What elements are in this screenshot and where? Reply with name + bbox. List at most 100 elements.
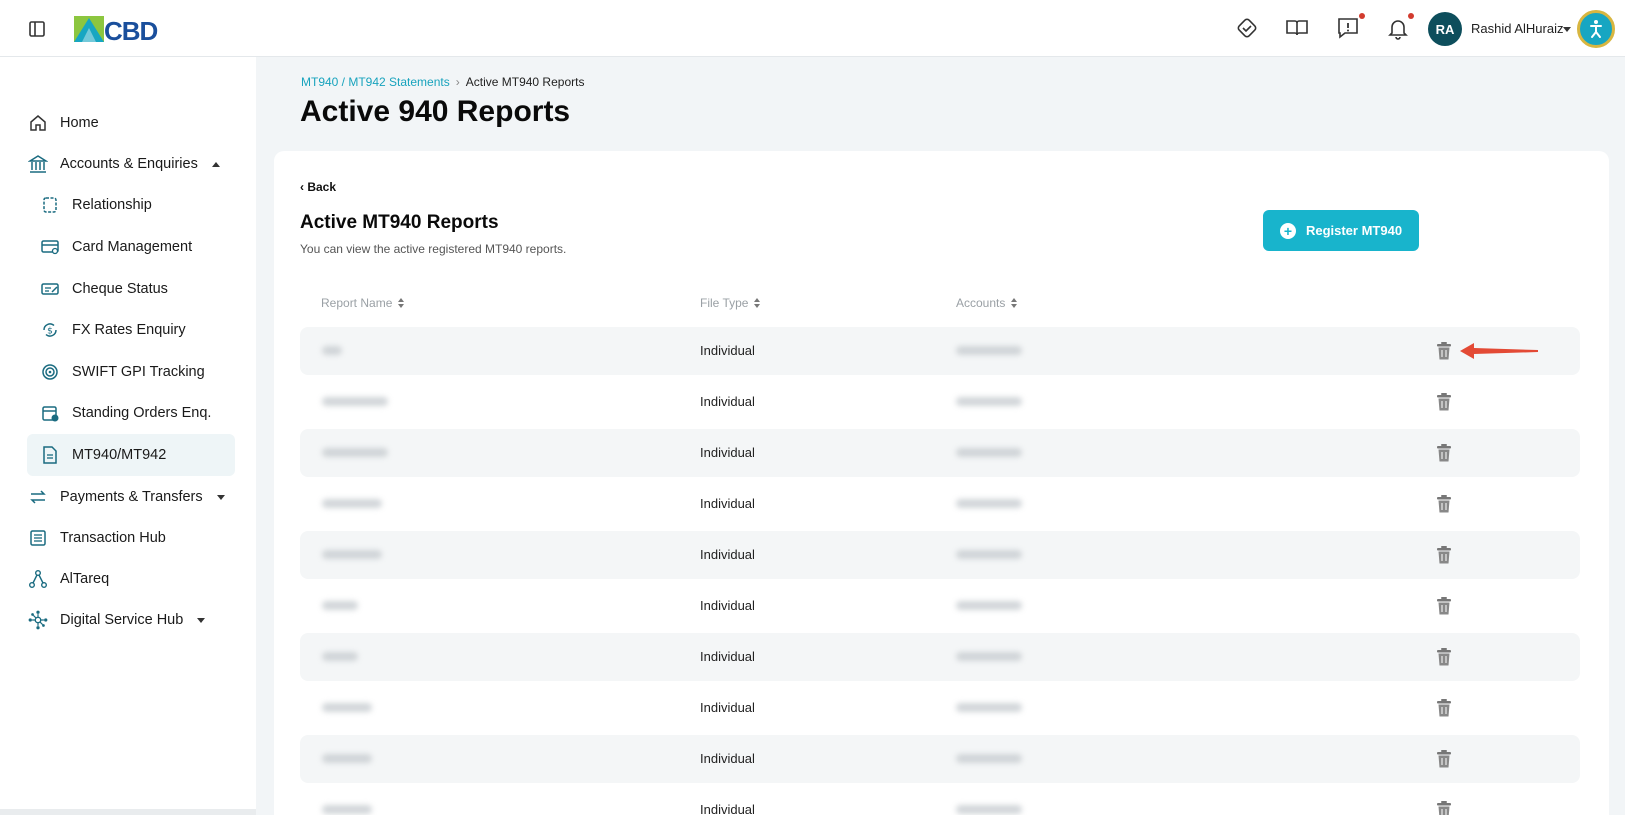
hub-icon [28, 610, 48, 630]
accounts-redacted [956, 805, 1022, 814]
book-icon[interactable] [1284, 15, 1312, 43]
handshake-icon[interactable] [1234, 15, 1262, 43]
table-row[interactable]: Individual [300, 327, 1580, 375]
report-name-redacted [322, 805, 372, 814]
breadcrumb-separator: › [455, 75, 460, 89]
trash-icon[interactable] [1435, 341, 1453, 361]
user-menu-chevron-down-icon[interactable] [1563, 27, 1571, 32]
trash-icon[interactable] [1435, 596, 1453, 616]
column-header-label: Report Name [321, 296, 393, 310]
file-type-cell: Individual [700, 343, 755, 358]
trash-icon[interactable] [1435, 647, 1453, 667]
column-header-file-type[interactable]: File Type [700, 296, 761, 310]
accounts-redacted [956, 499, 1022, 508]
sidebar-item-label: Standing Orders Enq. [72, 405, 212, 421]
chevron-up-icon [211, 161, 220, 167]
avatar[interactable]: RA [1428, 12, 1462, 46]
sidebar-item-accounts-enquiries[interactable]: Accounts & Enquiries [28, 151, 220, 177]
file-type-cell: Individual [700, 598, 755, 613]
trash-icon[interactable] [1435, 749, 1453, 769]
trash-icon[interactable] [1435, 443, 1453, 463]
sidebar-toggle-icon[interactable] [27, 19, 47, 39]
user-name[interactable]: Rashid AlHuraiz [1471, 21, 1564, 36]
list-icon [28, 528, 48, 548]
file-type-cell: Individual [700, 496, 755, 511]
accounts-redacted [956, 397, 1022, 406]
sidebar-item-label: Accounts & Enquiries [60, 156, 198, 172]
table-row[interactable]: Individual [300, 429, 1580, 477]
file-type-cell: Individual [700, 751, 755, 766]
plus-icon: + [1279, 222, 1296, 239]
report-name-redacted [322, 397, 388, 406]
feedback-icon[interactable] [1335, 15, 1363, 43]
file-type-cell: Individual [700, 394, 755, 409]
column-header-label: File Type [700, 296, 749, 310]
sidebar-item-label: AlTareq [60, 571, 110, 587]
section-title: Active MT940 Reports [300, 212, 499, 233]
sidebar-item-swift-gpi-tracking[interactable]: SWIFT GPI Tracking [40, 359, 205, 385]
column-header-report-name[interactable]: Report Name [321, 296, 405, 310]
sidebar-item-fx-rates-enquiry[interactable]: $ FX Rates Enquiry [40, 317, 186, 343]
sidebar-item-standing-orders[interactable]: Standing Orders Enq. [40, 400, 211, 426]
sidebar-item-card-management[interactable]: Card Management [40, 234, 192, 260]
fx-icon: $ [40, 320, 60, 340]
column-header-label: Accounts [956, 296, 1006, 310]
table-row[interactable]: Individual [300, 531, 1580, 579]
relationship-icon [40, 195, 60, 215]
sidebar-item-home[interactable]: Home [28, 110, 99, 136]
file-type-cell: Individual [700, 547, 755, 562]
register-mt940-button[interactable]: + Register MT940 [1263, 210, 1419, 251]
table-row[interactable]: Individual [300, 735, 1580, 783]
calendar-icon [40, 403, 60, 423]
trash-icon[interactable] [1435, 698, 1453, 718]
trash-icon[interactable] [1435, 545, 1453, 565]
annotation-arrow-icon [1460, 343, 1538, 359]
sidebar-item-payments-transfers[interactable]: Payments & Transfers [28, 484, 225, 510]
table-row[interactable]: Individual [300, 582, 1580, 630]
sort-icon [1011, 298, 1018, 308]
card-icon [40, 237, 60, 257]
cbd-logo-mark-icon [74, 16, 104, 42]
table-row[interactable]: Individual [300, 480, 1580, 528]
sidebar-item-cheque-status[interactable]: Cheque Status [40, 276, 168, 302]
accounts-redacted [956, 754, 1022, 763]
sidebar-item-label: Digital Service Hub [60, 612, 184, 628]
table-row[interactable]: Individual [300, 378, 1580, 426]
accounts-redacted [956, 346, 1022, 355]
transfer-icon [28, 487, 48, 507]
sidebar-item-altareq[interactable]: AlTareq [28, 566, 109, 592]
accounts-redacted [956, 703, 1022, 712]
trash-icon[interactable] [1435, 800, 1453, 815]
file-type-cell: Individual [700, 649, 755, 664]
cbd-logo[interactable]: CBD [74, 14, 162, 46]
chevron-down-icon [197, 617, 206, 623]
notification-badge [1408, 13, 1414, 19]
table-row[interactable]: Individual [300, 684, 1580, 732]
sidebar-item-transaction-hub[interactable]: Transaction Hub [28, 525, 166, 551]
sidebar-item-digital-service-hub[interactable]: Digital Service Hub [28, 607, 206, 633]
bell-icon[interactable] [1385, 15, 1413, 43]
svg-text:$: $ [47, 327, 53, 337]
table-row[interactable]: Individual [300, 786, 1580, 815]
back-link[interactable]: ‹ Back [300, 180, 336, 194]
breadcrumb-parent-link[interactable]: MT940 / MT942 Statements [301, 75, 450, 89]
accessibility-icon[interactable] [1577, 10, 1615, 48]
sidebar-item-mt940-mt942[interactable]: MT940/MT942 [40, 442, 166, 468]
report-name-redacted [322, 601, 358, 610]
cheque-icon [40, 279, 60, 299]
trash-icon[interactable] [1435, 392, 1453, 412]
sidebar-item-relationship[interactable]: Relationship [40, 192, 152, 218]
sidebar-item-label: Cheque Status [72, 281, 168, 297]
breadcrumb-current: Active MT940 Reports [465, 75, 585, 89]
section-subtitle: You can view the active registered MT940… [300, 242, 567, 256]
chevron-down-icon [216, 494, 225, 500]
sidebar-item-label: Transaction Hub [60, 530, 166, 546]
sidebar-footer [0, 809, 256, 815]
sidebar-item-label: Payments & Transfers [60, 489, 203, 505]
sort-icon [398, 298, 405, 308]
report-name-redacted [322, 754, 372, 763]
column-header-accounts[interactable]: Accounts [956, 296, 1018, 310]
trash-icon[interactable] [1435, 494, 1453, 514]
sidebar-item-label: FX Rates Enquiry [72, 322, 186, 338]
table-row[interactable]: Individual [300, 633, 1580, 681]
